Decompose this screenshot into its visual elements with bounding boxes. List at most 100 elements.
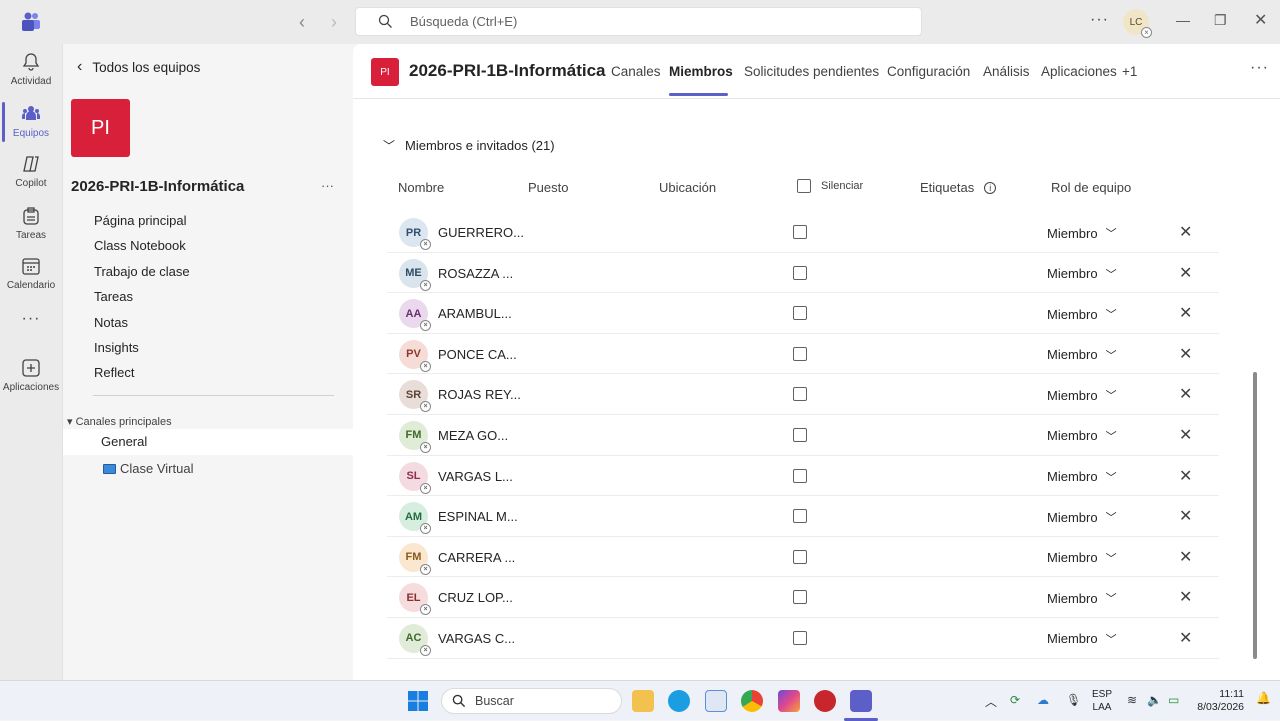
- member-name[interactable]: ROJAS REY...: [438, 387, 521, 402]
- member-avatar[interactable]: ME ×: [399, 258, 431, 291]
- remove-member-icon[interactable]: ✕: [1179, 628, 1192, 648]
- role-dropdown[interactable]: Miembro ﹀: [1047, 347, 1117, 363]
- column-location[interactable]: Ubicación: [659, 180, 716, 195]
- nav-item-trabajo-de-clase[interactable]: Trabajo de clase: [94, 263, 190, 288]
- team-more-options-icon[interactable]: ···: [321, 178, 334, 193]
- rail-item-calendario[interactable]: Calendario: [0, 256, 62, 291]
- sync-icon[interactable]: ⟳: [1010, 693, 1020, 707]
- nav-item-tareas[interactable]: Tareas: [94, 288, 190, 313]
- header-more-options-icon[interactable]: ···: [1250, 59, 1269, 77]
- search-input[interactable]: [408, 8, 888, 35]
- forward-arrow-icon[interactable]: ›: [331, 12, 337, 33]
- onedrive-cloud-icon[interactable]: ☁: [1037, 693, 1049, 707]
- rail-item-equipos[interactable]: Equipos: [0, 104, 62, 139]
- pdf-reader-icon[interactable]: [814, 690, 836, 712]
- remove-member-icon[interactable]: ✕: [1179, 384, 1192, 404]
- mute-checkbox[interactable]: [793, 265, 807, 285]
- member-name[interactable]: CARRERA ...: [438, 550, 515, 565]
- channel-clase-virtual[interactable]: Clase Virtual: [103, 461, 193, 476]
- more-options-icon[interactable]: ···: [1090, 11, 1109, 29]
- mute-checkbox[interactable]: [793, 427, 807, 447]
- chevron-up-icon[interactable]: ︿: [985, 693, 997, 710]
- mute-checkbox[interactable]: [793, 549, 807, 569]
- volume-icon[interactable]: 🔈: [1147, 693, 1162, 707]
- nav-item-pagina-principal[interactable]: Página principal: [94, 212, 190, 237]
- member-avatar[interactable]: SL ×: [399, 461, 431, 494]
- chrome-icon[interactable]: [741, 690, 763, 712]
- wifi-icon[interactable]: ≋: [1127, 693, 1137, 707]
- tab-solicitudes-pendientes[interactable]: Solicitudes pendientes: [744, 64, 879, 79]
- member-name[interactable]: ARAMBUL...: [438, 306, 512, 321]
- maximize-icon[interactable]: ❐: [1214, 12, 1227, 29]
- member-name[interactable]: ESPINAL M...: [438, 509, 518, 524]
- edge-browser-icon[interactable]: [668, 690, 690, 712]
- system-clock[interactable]: 11:11 8/03/2026: [1196, 688, 1244, 714]
- column-title[interactable]: Puesto: [528, 180, 568, 195]
- role-dropdown[interactable]: Miembro ﹀: [1047, 631, 1117, 647]
- role-dropdown[interactable]: Miembro ﹀: [1047, 428, 1117, 444]
- tab-configuracion[interactable]: Configuración: [887, 64, 970, 79]
- remove-member-icon[interactable]: ✕: [1179, 344, 1192, 364]
- members-section-toggle[interactable]: ﹀ Miembros e invitados (21): [383, 137, 555, 154]
- member-avatar[interactable]: AC ×: [399, 623, 431, 656]
- nav-item-notas[interactable]: Notas: [94, 314, 190, 339]
- role-dropdown[interactable]: Miembro ﹀: [1047, 469, 1117, 485]
- tab-miembros[interactable]: Miembros: [669, 64, 733, 79]
- rail-item-aplicaciones[interactable]: Aplicaciones: [0, 358, 62, 393]
- member-name[interactable]: CRUZ LOP...: [438, 590, 513, 605]
- role-dropdown[interactable]: Miembro ﹀: [1047, 225, 1117, 241]
- member-name[interactable]: PONCE CA...: [438, 347, 517, 362]
- member-name[interactable]: MEZA GO...: [438, 428, 508, 443]
- remove-member-icon[interactable]: ✕: [1179, 425, 1192, 445]
- member-avatar[interactable]: EL ×: [399, 583, 431, 616]
- microsoft-365-icon[interactable]: [778, 690, 800, 712]
- nav-item-reflect[interactable]: Reflect: [94, 364, 190, 389]
- microphone-icon[interactable]: 🎙: [1066, 693, 1081, 707]
- member-avatar[interactable]: PV ×: [399, 339, 431, 372]
- member-name[interactable]: GUERRERO...: [438, 225, 524, 240]
- battery-icon[interactable]: ▭: [1168, 693, 1179, 707]
- tab-canales[interactable]: Canales: [611, 64, 661, 79]
- role-dropdown[interactable]: Miembro ﹀: [1047, 306, 1117, 322]
- channel-general[interactable]: General: [63, 429, 354, 455]
- notification-bell-icon[interactable]: 🔔: [1256, 691, 1271, 705]
- member-avatar[interactable]: AM ×: [399, 502, 431, 535]
- member-avatar[interactable]: FM ×: [399, 420, 431, 453]
- rail-item-actividad[interactable]: Actividad: [0, 52, 62, 87]
- snipping-tool-icon[interactable]: [705, 690, 727, 712]
- search-box[interactable]: [355, 7, 922, 36]
- channels-header[interactable]: ▾ Canales principales: [67, 415, 172, 428]
- tab-analisis[interactable]: Análisis: [983, 64, 1030, 79]
- minimize-icon[interactable]: —: [1176, 12, 1190, 28]
- mute-checkbox[interactable]: [793, 509, 807, 528]
- member-name[interactable]: VARGAS L...: [438, 469, 513, 484]
- remove-member-icon[interactable]: ✕: [1179, 466, 1192, 486]
- nav-item-class-notebook[interactable]: Class Notebook: [94, 237, 190, 262]
- member-avatar[interactable]: SR ×: [399, 380, 431, 413]
- role-dropdown[interactable]: Miembro ﹀: [1047, 590, 1117, 606]
- mute-all-checkbox[interactable]: [797, 179, 811, 193]
- file-explorer-icon[interactable]: [632, 690, 654, 712]
- column-name[interactable]: Nombre: [398, 180, 444, 195]
- role-dropdown[interactable]: Miembro ﹀: [1047, 387, 1117, 403]
- nav-item-insights[interactable]: Insights: [94, 339, 190, 364]
- taskbar-search[interactable]: Buscar: [441, 688, 622, 714]
- mute-checkbox[interactable]: [793, 468, 807, 488]
- back-to-all-teams[interactable]: ‹ Todos los equipos: [77, 58, 200, 76]
- rail-item-tareas[interactable]: Tareas: [0, 206, 62, 241]
- member-avatar[interactable]: PR ×: [399, 218, 431, 250]
- remove-member-icon[interactable]: ✕: [1179, 263, 1192, 283]
- remove-member-icon[interactable]: ✕: [1179, 506, 1192, 526]
- rail-item-copilot[interactable]: Copilot: [0, 154, 62, 189]
- teams-taskbar-icon[interactable]: [850, 690, 872, 712]
- role-dropdown[interactable]: Miembro ﹀: [1047, 550, 1117, 566]
- member-avatar[interactable]: FM ×: [399, 542, 431, 575]
- mute-checkbox[interactable]: [793, 590, 807, 609]
- role-dropdown[interactable]: Miembro ﹀: [1047, 266, 1117, 282]
- role-dropdown[interactable]: Miembro ﹀: [1047, 509, 1117, 525]
- scrollbar[interactable]: [1253, 372, 1257, 659]
- info-icon[interactable]: i: [984, 181, 997, 194]
- rail-more-icon[interactable]: ···: [0, 310, 62, 328]
- column-role[interactable]: Rol de equipo: [1051, 180, 1131, 195]
- member-name[interactable]: VARGAS C...: [438, 631, 515, 646]
